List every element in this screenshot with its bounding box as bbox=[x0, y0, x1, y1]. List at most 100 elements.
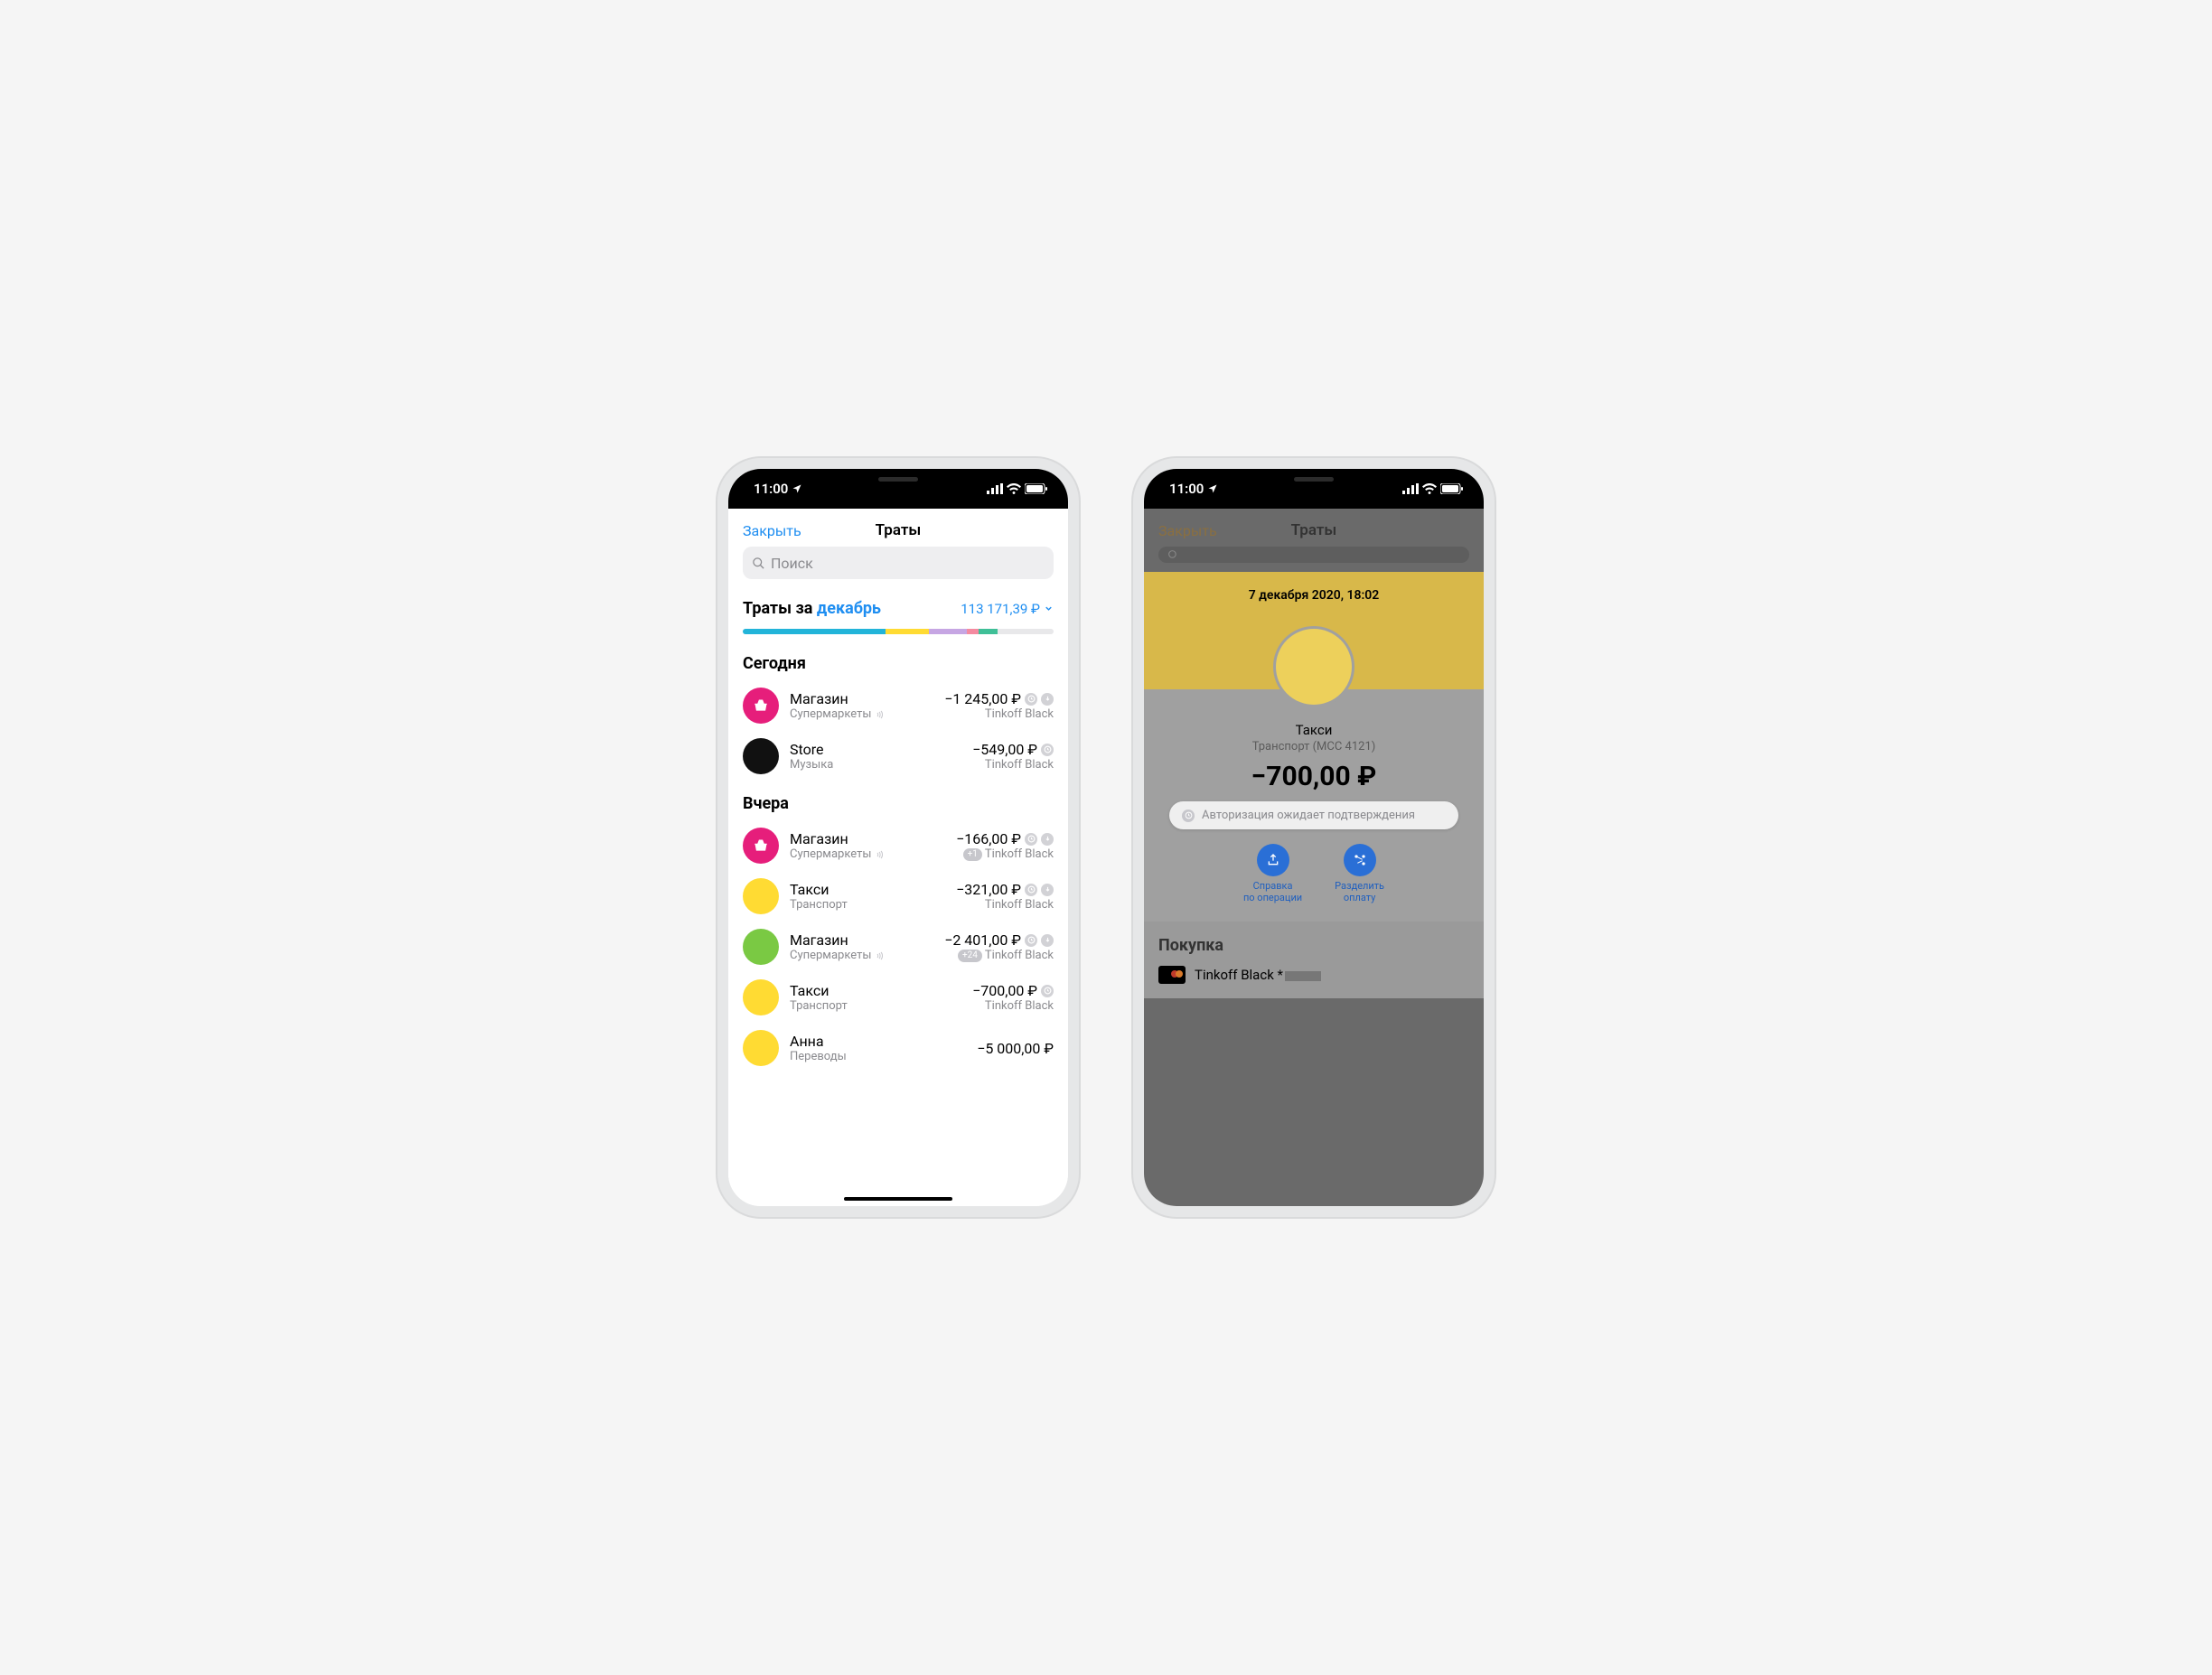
merchant-icon bbox=[1273, 626, 1354, 707]
phone-left: 11:00 Закрыть Траты Поиск Траты за декаб… bbox=[717, 458, 1079, 1217]
location-icon bbox=[792, 483, 802, 494]
wifi-icon bbox=[1007, 483, 1021, 494]
status-time: 11:00 bbox=[754, 481, 788, 497]
basket-icon bbox=[743, 688, 779, 724]
phone-notch bbox=[1233, 469, 1395, 494]
transaction-row[interactable]: МагазинСупермаркеты −1 245,00 ₽Tinkoff B… bbox=[728, 680, 1068, 731]
transaction-row[interactable]: ТаксиТранспорт −321,00 ₽Tinkoff Black bbox=[728, 871, 1068, 922]
transaction-card: Tinkoff Black bbox=[956, 898, 1054, 912]
transaction-amount: −549,00 ₽ bbox=[972, 741, 1054, 758]
cellular-icon bbox=[1402, 483, 1419, 494]
transaction-row[interactable]: StoreМузыка−549,00 ₽Tinkoff Black bbox=[728, 731, 1068, 781]
transaction-card: +24 Tinkoff Black bbox=[944, 949, 1054, 962]
screen-transaction-detail: Закрыть Траты 7 декабря 2020, 18:02 Такс… bbox=[1144, 509, 1484, 1206]
clock-icon bbox=[1025, 934, 1037, 947]
transaction-name: Магазин bbox=[790, 690, 933, 707]
close-button[interactable]: Закрыть bbox=[1158, 522, 1217, 539]
transaction-card: +1 Tinkoff Black bbox=[956, 847, 1054, 861]
purchase-title: Покупка bbox=[1158, 936, 1469, 955]
summary-total[interactable]: 113 171,39 ₽ bbox=[961, 601, 1054, 617]
status-text: Авторизация ожидает подтверждения bbox=[1202, 809, 1415, 822]
clock-icon bbox=[1182, 809, 1195, 822]
split-action[interactable]: Разделить оплату bbox=[1335, 844, 1384, 903]
transaction-name: Такси bbox=[790, 982, 961, 999]
section-header: Вчера bbox=[728, 781, 1068, 820]
transaction-category: Транспорт bbox=[790, 999, 961, 1013]
transaction-amount: −2 401,00 ₽ bbox=[944, 931, 1054, 949]
basket-icon bbox=[743, 828, 779, 864]
split-icon bbox=[1344, 844, 1376, 876]
merchant-icon bbox=[743, 979, 779, 1015]
search-input bbox=[1158, 547, 1469, 563]
transaction-name: Магазин bbox=[790, 931, 933, 949]
status-time: 11:00 bbox=[1169, 481, 1204, 497]
screen-expenses-list: Закрыть Траты Поиск Траты за декабрь 113… bbox=[728, 509, 1068, 1206]
receipt-action[interactable]: Справка по операции bbox=[1243, 844, 1302, 903]
detail-date: 7 декабря 2020, 18:02 bbox=[1158, 588, 1469, 603]
clock-icon bbox=[1025, 884, 1037, 896]
transaction-name: Магазин bbox=[790, 830, 945, 847]
navbar: Закрыть Траты bbox=[1144, 509, 1484, 547]
phone-right: 11:00 Закрыть Траты 7 декабря 2020, 18:0… bbox=[1133, 458, 1495, 1217]
card-mask bbox=[1285, 971, 1321, 981]
clock-icon bbox=[1025, 693, 1037, 706]
upload-icon bbox=[1257, 844, 1289, 876]
merchant-icon bbox=[743, 878, 779, 914]
transaction-category: Транспорт bbox=[790, 898, 945, 912]
detail-amount: −700,00 ₽ bbox=[1144, 761, 1484, 792]
transaction-amount: −700,00 ₽ bbox=[972, 982, 1054, 999]
home-indicator[interactable] bbox=[844, 1197, 952, 1201]
transaction-category: Музыка bbox=[790, 758, 961, 772]
merchant-name: Такси bbox=[1144, 722, 1484, 738]
detail-body: Такси Транспорт (MCC 4121) −700,00 ₽ Авт… bbox=[1144, 689, 1484, 922]
transaction-amount: −5 000,00 ₽ bbox=[977, 1040, 1054, 1057]
transaction-amount: −166,00 ₽ bbox=[956, 830, 1054, 847]
chevron-down-icon bbox=[1044, 604, 1054, 613]
merchant-icon bbox=[743, 1030, 779, 1066]
down-icon bbox=[1041, 884, 1054, 896]
search-icon bbox=[1167, 549, 1179, 561]
summary-title: Траты за декабрь bbox=[743, 599, 881, 618]
transaction-row[interactable]: АннаПереводы −5 000,00 ₽ bbox=[728, 1023, 1068, 1073]
transaction-amount: −321,00 ₽ bbox=[956, 881, 1054, 898]
clock-icon bbox=[1041, 985, 1054, 997]
purchase-section: Покупка Tinkoff Black * bbox=[1144, 922, 1484, 998]
section-header: Сегодня bbox=[728, 641, 1068, 680]
transaction-category: Переводы bbox=[790, 1050, 966, 1063]
count-badge: +1 bbox=[963, 848, 982, 861]
merchant-icon bbox=[743, 929, 779, 965]
merchant-icon bbox=[743, 738, 779, 774]
battery-icon bbox=[1025, 483, 1048, 494]
down-icon bbox=[1041, 934, 1054, 947]
cellular-icon bbox=[987, 483, 1003, 494]
transaction-row[interactable]: ТаксиТранспорт −700,00 ₽Tinkoff Black bbox=[728, 972, 1068, 1023]
transaction-amount: −1 245,00 ₽ bbox=[944, 690, 1054, 707]
count-badge: +24 bbox=[958, 950, 982, 962]
phone-notch bbox=[817, 469, 979, 494]
card-row[interactable]: Tinkoff Black * bbox=[1158, 966, 1469, 984]
transaction-card: Tinkoff Black bbox=[944, 707, 1054, 721]
down-icon bbox=[1041, 833, 1054, 846]
close-button[interactable]: Закрыть bbox=[743, 522, 801, 539]
transaction-card: Tinkoff Black bbox=[972, 758, 1054, 772]
search-icon bbox=[752, 557, 765, 570]
merchant-category: Транспорт (MCC 4121) bbox=[1144, 740, 1484, 753]
card-name: Tinkoff Black * bbox=[1195, 967, 1283, 983]
search-input[interactable]: Поиск bbox=[743, 547, 1054, 579]
navbar: Закрыть Траты bbox=[728, 509, 1068, 547]
category-bar[interactable] bbox=[743, 629, 1054, 634]
transaction-row[interactable]: МагазинСупермаркеты −2 401,00 ₽+24 Tinko… bbox=[728, 922, 1068, 972]
clock-icon bbox=[1025, 833, 1037, 846]
summary-row[interactable]: Траты за декабрь 113 171,39 ₽ bbox=[728, 588, 1068, 623]
status-pill: Авторизация ожидает подтверждения bbox=[1169, 801, 1458, 829]
location-icon bbox=[1207, 483, 1218, 494]
transaction-category: Супермаркеты bbox=[790, 949, 933, 962]
transaction-name: Такси bbox=[790, 881, 945, 898]
card-icon bbox=[1158, 966, 1186, 984]
wifi-icon bbox=[1422, 483, 1437, 494]
search-placeholder: Поиск bbox=[771, 555, 813, 572]
transaction-name: Анна bbox=[790, 1033, 966, 1050]
transaction-card: Tinkoff Black bbox=[972, 999, 1054, 1013]
clock-icon bbox=[1041, 744, 1054, 756]
transaction-row[interactable]: МагазинСупермаркеты −166,00 ₽+1 Tinkoff … bbox=[728, 820, 1068, 871]
